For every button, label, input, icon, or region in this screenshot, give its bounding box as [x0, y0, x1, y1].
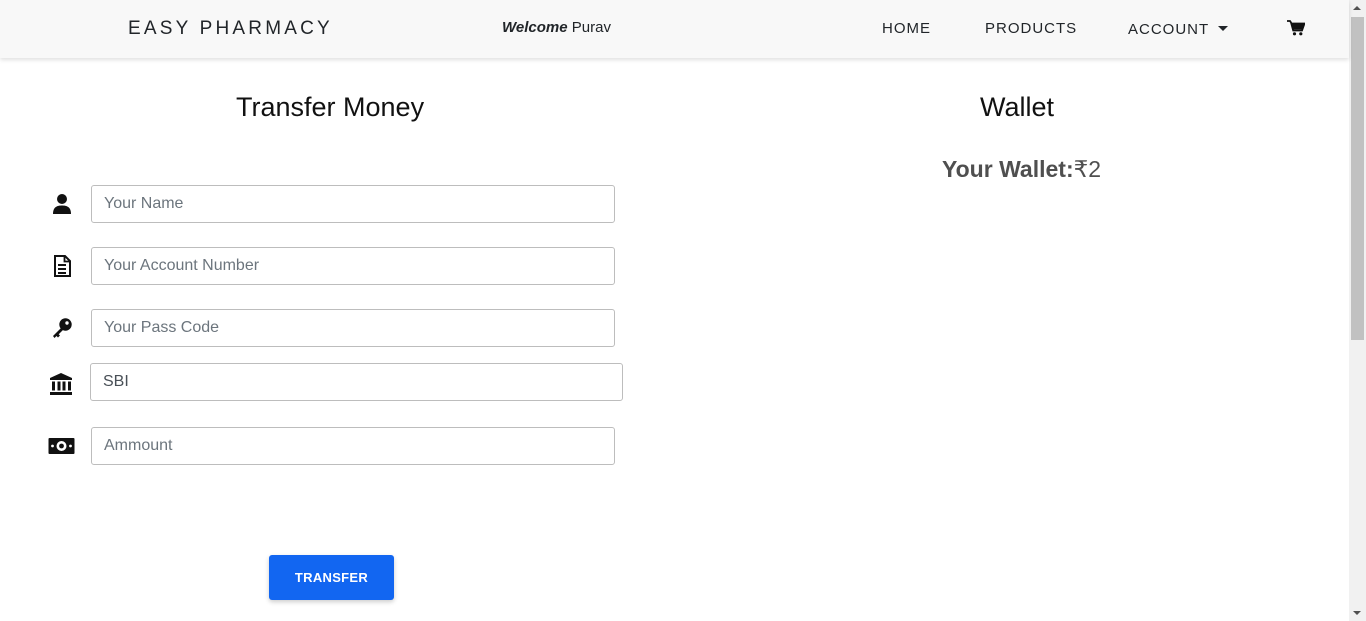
brand-link[interactable]: EASY PHARMACY: [128, 18, 333, 40]
wallet-balance-value: ₹2: [1073, 156, 1102, 182]
nav-products-link[interactable]: PRODUCTS: [985, 20, 1077, 37]
user-icon: [53, 194, 71, 214]
page-scrollbar[interactable]: [1349, 0, 1366, 621]
wallet-title: Wallet: [980, 92, 1055, 122]
welcome-message: Welcome Purav: [502, 19, 611, 36]
welcome-username: Purav: [571, 19, 611, 36]
scroll-up-arrow-icon[interactable]: [1353, 6, 1361, 10]
nav-account-label: ACCOUNT: [1128, 21, 1210, 38]
navbar: EASY PHARMACY Welcome Purav HOME PRODUCT…: [0, 0, 1349, 58]
account-number-input[interactable]: [91, 247, 615, 285]
caret-down-icon: [1218, 26, 1229, 31]
pass-code-input[interactable]: [91, 309, 615, 347]
key-icon: [53, 318, 72, 338]
transfer-money-title: Transfer Money: [236, 92, 425, 122]
nav-home-link[interactable]: HOME: [882, 20, 931, 37]
name-input[interactable]: [91, 185, 615, 223]
money-icon: [48, 438, 75, 454]
document-icon: [54, 255, 71, 277]
bank-select[interactable]: [90, 363, 623, 401]
scroll-down-arrow-icon[interactable]: [1353, 611, 1361, 615]
cart-icon[interactable]: [1287, 20, 1305, 36]
scrollbar-thumb[interactable]: [1351, 17, 1364, 340]
nav-account-dropdown[interactable]: ACCOUNT: [1128, 21, 1229, 38]
wallet-balance-label: Your Wallet:: [942, 156, 1074, 182]
wallet-balance: Your Wallet:₹2: [942, 156, 1101, 183]
amount-input[interactable]: [91, 427, 615, 465]
welcome-prefix: Welcome: [502, 19, 568, 36]
transfer-button[interactable]: TRANSFER: [269, 555, 394, 600]
bank-icon: [50, 373, 72, 395]
